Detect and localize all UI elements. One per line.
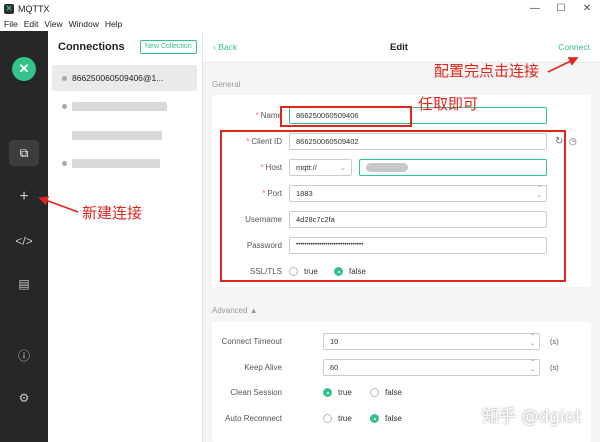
radio-circle-icon <box>323 414 332 423</box>
title-bar: ✕ MQTTX — ☐ ✕ <box>0 0 600 17</box>
menu-file[interactable]: File <box>4 19 18 29</box>
connect-timeout-input[interactable]: 10 <box>323 333 540 350</box>
radio-circle-icon <box>370 388 379 397</box>
connections-nav-icon[interactable]: ⧉ <box>9 140 39 166</box>
menu-view[interactable]: View <box>44 19 62 29</box>
connections-header: Connections <box>58 41 125 53</box>
script-code-icon[interactable]: </> <box>9 228 39 254</box>
name-label: * Name <box>255 111 282 120</box>
minimize-button[interactable]: — <box>522 0 548 17</box>
status-dot-icon <box>62 103 67 109</box>
page-title: Edit <box>390 42 408 53</box>
blurred-connection-name <box>72 158 160 168</box>
name-highlight-box <box>280 106 412 127</box>
connect-timeout-label: Connect Timeout <box>221 337 282 346</box>
menu-window[interactable]: Window <box>69 19 99 29</box>
auto-reconnect-label: Auto Reconnect <box>225 414 282 423</box>
keep-alive-row: Keep Alive 60 ⌃ ⌄ (s) <box>212 359 591 377</box>
auto-reconnect-true-radio[interactable]: true <box>323 414 352 423</box>
status-dot-icon <box>62 160 67 166</box>
keep-alive-input[interactable]: 60 <box>323 359 540 376</box>
connection-list-panel: Connections New Collection 8662500605094… <box>48 31 203 442</box>
blurred-connection-name <box>72 101 167 111</box>
radio-checked-icon <box>370 414 379 423</box>
advanced-section-title: Advanced ▲ <box>212 306 258 315</box>
connection-item[interactable] <box>52 93 197 119</box>
keep-alive-unit: (s) <box>550 363 559 372</box>
connection-item[interactable]: 866250060509406@1... <box>52 65 197 91</box>
auto-reconnect-false-label: false <box>385 414 402 423</box>
settings-highlight-box <box>220 130 566 282</box>
menu-help[interactable]: Help <box>105 19 122 29</box>
clean-session-true-label: true <box>338 388 352 397</box>
menu-edit[interactable]: Edit <box>24 19 39 29</box>
edit-topbar: ‹ Back Edit Connect <box>203 31 600 63</box>
back-button[interactable]: ‹ Back <box>213 42 237 52</box>
clock-icon[interactable]: ◷ <box>569 136 577 147</box>
back-label: Back <box>218 42 238 52</box>
connection-item[interactable] <box>52 150 197 176</box>
clean-session-false-label: false <box>385 388 402 397</box>
timeout-unit: (s) <box>550 337 559 346</box>
general-section-title: General <box>212 80 241 89</box>
name-annotation: 任取即可 <box>418 95 479 113</box>
settings-gear-icon[interactable]: ⚙ <box>9 385 39 411</box>
radio-checked-icon <box>323 388 332 397</box>
app-sidebar: ✕ ⧉ + </> ▤ ⓘ ⚙ <box>0 31 48 442</box>
log-icon[interactable]: ▤ <box>9 271 39 297</box>
connect-annotation: 配置完点击连接 <box>434 62 540 80</box>
menu-bar: File Edit View Window Help <box>0 17 600 31</box>
about-info-icon[interactable]: ⓘ <box>9 343 39 369</box>
new-connection-annotation: 新建连接 <box>82 204 143 222</box>
window-title: MQTTX <box>18 3 50 14</box>
watermark: 知乎 @dgiot <box>482 407 582 427</box>
clean-session-true-radio[interactable]: true <box>323 388 352 397</box>
clean-session-row: Clean Session true false <box>212 384 591 402</box>
clean-session-label: Clean Session <box>230 388 282 397</box>
connection-item[interactable] <box>52 122 197 148</box>
auto-reconnect-true-label: true <box>338 414 352 423</box>
timeout-stepper-icon[interactable]: ⌃ ⌄ <box>530 334 535 348</box>
connection-name: 866250060509406@1... <box>72 73 164 83</box>
auto-reconnect-false-radio[interactable]: false <box>370 414 402 423</box>
close-button[interactable]: ✕ <box>574 0 600 17</box>
app-logo-icon: ✕ <box>4 3 14 14</box>
keep-alive-stepper-icon[interactable]: ⌃ ⌄ <box>530 360 535 374</box>
clean-session-false-radio[interactable]: false <box>370 388 402 397</box>
new-collection-button[interactable]: New Collection <box>140 40 197 54</box>
mqttx-logo-icon: ✕ <box>12 57 36 81</box>
maximize-button[interactable]: ☐ <box>548 0 574 17</box>
keep-alive-label: Keep Alive <box>244 363 282 372</box>
connect-button[interactable]: Connect <box>558 42 590 52</box>
blurred-connection-name <box>72 130 162 140</box>
connect-timeout-row: Connect Timeout 10 ⌃ ⌄ (s) <box>212 333 591 351</box>
new-connection-plus-icon[interactable]: + <box>9 184 39 210</box>
status-dot-icon <box>62 75 67 81</box>
